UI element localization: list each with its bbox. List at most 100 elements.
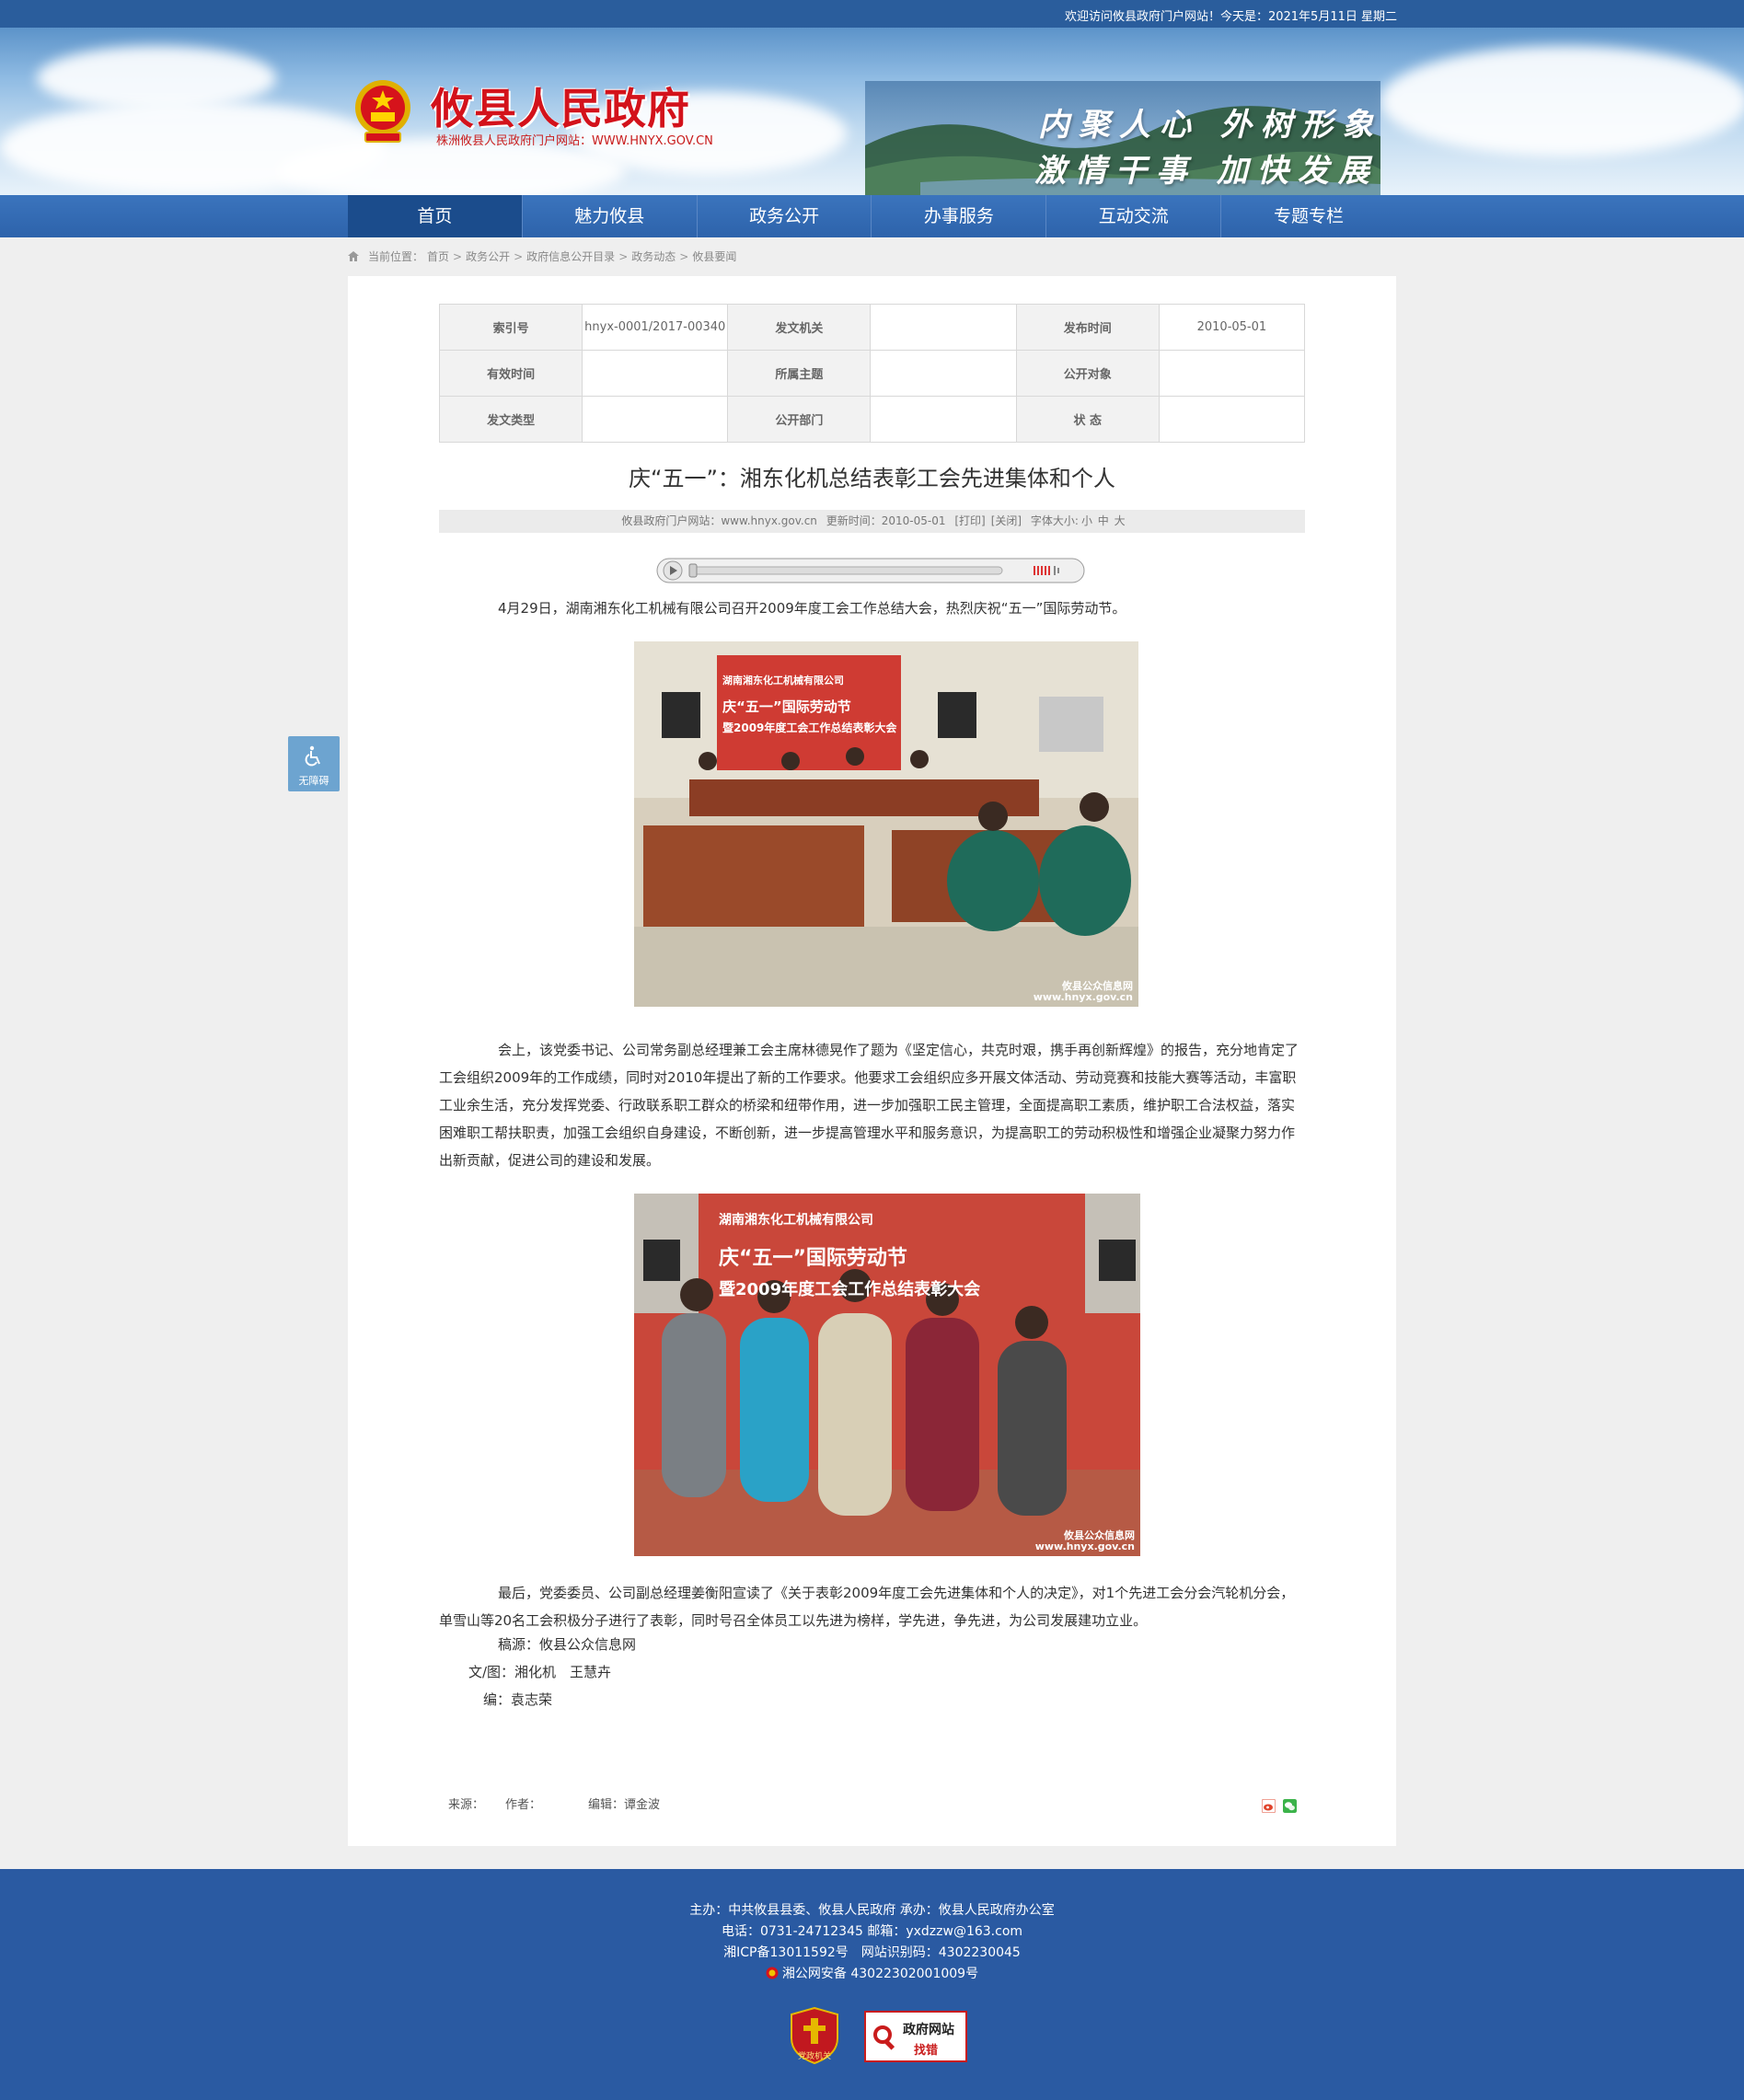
close-link[interactable]: [关闭] [991, 514, 1022, 527]
breadcrumb-link-county-news[interactable]: 攸县要闻 [692, 248, 736, 264]
info-source: 攸县政府门户网站：www.hnyx.gov.cn [621, 514, 817, 527]
audio-player[interactable] [656, 558, 1085, 583]
breadcrumb-separator: > [618, 249, 629, 263]
font-small-link[interactable]: 小 [1081, 514, 1092, 527]
cloud-decoration [37, 46, 276, 110]
award-photo: 湖南湘东化工机械有限公司 庆“五一”国际劳动节 暨2009年度工会工作总结表彰大… [634, 1194, 1140, 1556]
party-gov-badge-label: 党政机关 [797, 2052, 831, 2061]
photo-banner-line-1: 湖南湘东化工机械有限公司 [722, 675, 844, 687]
breadcrumb-separator: > [679, 249, 689, 263]
meta-value-doc-type [582, 396, 729, 443]
watermark-line-2: www.hnyx.gov.cn [1033, 991, 1133, 1003]
accessibility-button[interactable]: 无障碍 [288, 736, 340, 791]
slogan-line-1: 内聚人心 外树形象 [1038, 107, 1382, 144]
article-info-bar: 攸县政府门户网站：www.hnyx.gov.cn 更新时间：2010-05-01… [439, 510, 1305, 533]
meeting-photo: 湖南湘东化工机械有限公司 庆“五一”国际劳动节 暨2009年度工会工作总结表彰大… [634, 641, 1138, 1007]
meta-key-index: 索引号 [438, 304, 583, 351]
footer-police-text: 湘公网安备 43022302001009号 [781, 1967, 979, 1981]
header-banner: 攸县人民政府 株洲攸县人民政府门户网站：WWW.HNYX.GOV.CN 内聚人心… [0, 28, 1744, 195]
nav-item-interaction[interactable]: 互动交流 [1046, 195, 1222, 237]
photo-banner-line-1: 湖南湘东化工机械有限公司 [719, 1213, 873, 1228]
accessibility-label: 无障碍 [298, 775, 329, 787]
meta-value-index: hnyx-0001/2017-00340 [582, 304, 729, 351]
info-meta-table: 索引号 hnyx-0001/2017-00340 发文机关 发布时间 2010-… [438, 304, 1306, 443]
article-paragraph-3: 最后，党委委员、公司副总经理姜衡阳宣读了《关于表彰2009年度工会先进集体和个人… [439, 1585, 1295, 1629]
meta-key-department: 公开部门 [727, 396, 872, 443]
photo-banner: 湖南湘东化工机械有限公司 庆“五一”国际劳动节 暨2009年度工会工作总结表彰大… [722, 673, 899, 735]
meta-key-publish-date: 发布时间 [1015, 304, 1160, 351]
font-size-label: 字体大小: [1030, 514, 1079, 527]
magnifier-icon [873, 2025, 895, 2050]
meta-value-publish-date: 2010-05-01 [1158, 304, 1306, 351]
police-badge-icon [766, 1967, 779, 1979]
weibo-share-icon[interactable] [1262, 1799, 1276, 1813]
article-paragraph-2: 会上，该党委书记、公司常务副总经理兼工会主席林德晃作了题为《坚定信心，共克时艰，… [439, 1042, 1299, 1169]
photo-banner-line-2: 庆“五一”国际劳动节 [722, 698, 851, 715]
welcome-text: 欢迎访问攸县政府门户网站！今天是：2021年5月11日 星期二 [1064, 10, 1397, 24]
photo-watermark: 攸县公众信息网 www.hnyx.gov.cn [1035, 1530, 1135, 1552]
national-emblem-icon [355, 80, 410, 143]
badge-line-1: 政府网站 [903, 2023, 954, 2037]
breadcrumb-link-catalog[interactable]: 政府信息公开目录 [526, 248, 615, 264]
footer-contact: 电话：0731-24712345 邮箱：yxdzzw@163.com [721, 1924, 1023, 1939]
footer-police-record[interactable]: 湘公网安备 43022302001009号 [0, 1964, 1744, 1982]
party-gov-badge[interactable]: 党政机关 [791, 2006, 838, 2065]
breadcrumb-label: 当前位置： [368, 250, 424, 263]
site-subtitle: 株洲攸县人民政府门户网站：WWW.HNYX.GOV.CN [436, 134, 713, 148]
breadcrumb-separator: > [514, 249, 524, 263]
nav-item-services[interactable]: 办事服务 [872, 195, 1047, 237]
main-nav: 首页 魅力攸县 政务公开 办事服务 互动交流 专题专栏 [0, 195, 1744, 237]
meta-key-topic: 所属主题 [727, 350, 872, 397]
breadcrumb-link-gov-affairs[interactable]: 政务公开 [466, 248, 510, 264]
article-panel: 索引号 hnyx-0001/2017-00340 发文机关 发布时间 2010-… [348, 276, 1396, 1846]
meta-value-audience [1158, 350, 1306, 397]
nav-item-topics[interactable]: 专题专栏 [1221, 195, 1396, 237]
nav-item-charm[interactable]: 魅力攸县 [523, 195, 698, 237]
wechat-share-icon[interactable] [1283, 1799, 1297, 1813]
footer-icp[interactable]: 湘ICP备13011592号 网站识别码：4302230045 [0, 1943, 1744, 1961]
seek-handle [688, 563, 698, 578]
meta-value-status [1158, 396, 1306, 443]
table-row: 发文类型 公开部门 状 态 [438, 396, 1306, 443]
meta-key-status: 状 态 [1015, 396, 1160, 443]
article-title: 庆“五一”：湘东化机总结表彰工会先进集体和个人 [629, 466, 1115, 491]
meta-value-valid-time [582, 350, 729, 397]
breadcrumb-link-news[interactable]: 政务动态 [631, 248, 676, 264]
meta-value-department [870, 396, 1017, 443]
article-author-credit: 文/图：湘化机 王慧卉 [468, 1664, 612, 1680]
cloud-decoration [1380, 46, 1744, 156]
photo-watermark: 攸县公众信息网 www.hnyx.gov.cn [1034, 981, 1133, 1003]
badge-line-2: 找错 [914, 2044, 939, 2058]
meta-key-issuer: 发文机关 [727, 304, 872, 351]
photo-banner-line-3: 暨2009年度工会工作总结表彰大会 [719, 1280, 981, 1299]
nav-item-gov-affairs[interactable]: 政务公开 [698, 195, 872, 237]
article-paragraph-1: 4月29日，湖南湘东化工机械有限公司召开2009年度工会工作总结大会，热烈庆祝“… [498, 600, 1126, 617]
print-link[interactable]: [打印] [954, 514, 985, 527]
nav-item-home[interactable]: 首页 [348, 195, 523, 237]
font-medium-link[interactable]: 中 [1098, 514, 1109, 527]
author-label: 作者： [505, 1798, 542, 1812]
font-large-link[interactable]: 大 [1115, 514, 1126, 527]
top-bar: 欢迎访问攸县政府门户网站！今天是：2021年5月11日 星期二 [0, 0, 1744, 28]
article-editor-credit: 编：袁志荣 [483, 1691, 553, 1708]
gov-site-error-report-badge[interactable]: 政府网站 找错 [864, 2011, 967, 2062]
photo-banner: 湖南湘东化工机械有限公司 庆“五一”国际劳动节 暨2009年度工会工作总结表彰大… [719, 1210, 1013, 1300]
photo-banner-line-2: 庆“五一”国际劳动节 [719, 1247, 907, 1270]
breadcrumb-separator: > [453, 249, 463, 263]
site-footer: 主办：中共攸县县委、攸县人民政府 承办：攸县人民政府办公室 电话：0731-24… [0, 1869, 1744, 2100]
breadcrumb-link-home[interactable]: 首页 [427, 248, 449, 264]
footer-sponsor: 主办：中共攸县县委、攸县人民政府 承办：攸县人民政府办公室 [689, 1903, 1055, 1918]
site-title: 攸县人民政府 [431, 84, 690, 133]
home-icon [348, 251, 359, 261]
info-updated: 更新时间：2010-05-01 [826, 514, 946, 527]
breadcrumb: 当前位置： 首页 > 政务公开 > 政府信息公开目录 > 政务动态 > 攸县要闻 [348, 248, 736, 264]
slogan-line-2: 激情干事 加快发展 [1034, 153, 1379, 190]
meta-key-doc-type: 发文类型 [438, 396, 583, 443]
wheelchair-icon [305, 745, 320, 767]
meta-key-valid-time: 有效时间 [438, 350, 583, 397]
watermark-line-2: www.hnyx.gov.cn [1034, 1540, 1135, 1552]
photo-banner-line-3: 暨2009年度工会工作总结表彰大会 [722, 721, 897, 734]
article-source-credit: 稿源：攸县公众信息网 [498, 1636, 637, 1653]
source-label: 来源： [448, 1798, 485, 1812]
table-row: 索引号 hnyx-0001/2017-00340 发文机关 发布时间 2010-… [438, 304, 1306, 351]
